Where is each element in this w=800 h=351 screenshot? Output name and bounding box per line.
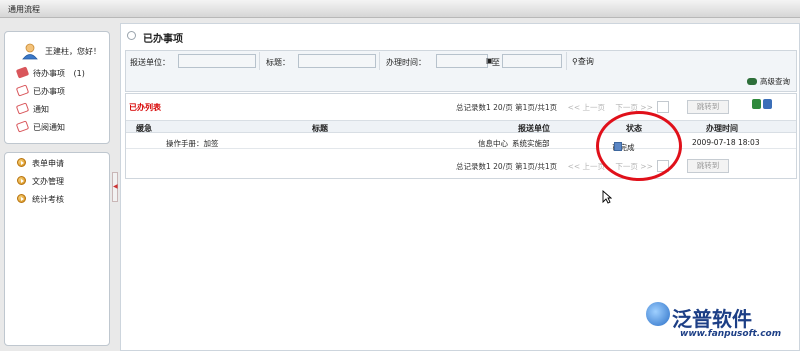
main-content: 已办事项 报送单位： 标题： 办理时间： ▣ 至 ⚲查询 高级查询 已办列表 总… xyxy=(120,23,800,351)
binoculars-icon xyxy=(747,78,757,85)
user-panel: 王建柱，您好！ 待办事项 (1) 已办事项 通知 已阅通知 xyxy=(4,31,110,144)
nav-item-pending[interactable]: 待办事项 (1) xyxy=(15,66,85,82)
filter-divider xyxy=(379,52,380,70)
row-time: 2009-07-18 18:03 xyxy=(692,138,760,147)
app-title: 通用流程 xyxy=(8,5,40,14)
filter-panel: 报送单位： 标题： 办理时间： ▣ 至 ⚲查询 高级查询 xyxy=(125,50,797,92)
play-icon xyxy=(17,176,26,185)
search-button[interactable]: ⚲查询 xyxy=(572,56,594,67)
row-unit-dept: 信息中心 xyxy=(478,139,508,148)
time-label: 办理时间： xyxy=(386,58,426,67)
pending-icon xyxy=(15,66,30,79)
nav-item-done[interactable]: 已办事项 xyxy=(15,84,65,100)
jump-button[interactable]: 跳转到 xyxy=(687,159,729,173)
row-unit-sub: 系统实施部 xyxy=(512,139,550,148)
time-end-input[interactable] xyxy=(502,54,562,68)
col-unit: 报送单位 xyxy=(518,124,550,133)
nav-item-notice[interactable]: 通知 xyxy=(15,102,49,118)
play-icon xyxy=(17,194,26,203)
col-title: 标题 xyxy=(312,124,328,133)
nav-item-read-notice[interactable]: 已阅通知 xyxy=(15,120,65,136)
pending-count: (1) xyxy=(73,69,85,78)
page-title: 已办事项 xyxy=(143,34,183,45)
mouse-cursor-icon xyxy=(602,190,612,204)
menu-panel: 表单申请 文办管理 统计考核 xyxy=(4,152,110,346)
done-list: 已办列表 总记录数1 20/页 第1页/共1页 << 上一页 下一页 >> 跳转… xyxy=(125,93,797,179)
watermark-logo-icon xyxy=(646,302,670,326)
pager-info: 总记录数1 20/页 第1页/共1页 xyxy=(456,103,558,112)
page-number-input[interactable] xyxy=(657,101,670,113)
read-notice-icon xyxy=(15,120,30,133)
play-icon xyxy=(17,158,26,167)
user-avatar-icon xyxy=(22,43,38,60)
print-icon[interactable] xyxy=(763,99,772,109)
menu-item-statistics[interactable]: 统计考核 xyxy=(17,194,64,208)
page-header: 已办事项 xyxy=(121,24,799,46)
prev-page-link[interactable]: << 上一页 xyxy=(568,162,605,171)
unit-input[interactable] xyxy=(178,54,256,68)
export-excel-icon[interactable] xyxy=(752,99,761,109)
title-bullet-icon xyxy=(127,31,136,40)
notice-icon xyxy=(15,102,30,115)
sidebar-collapse-handle[interactable]: ◀ xyxy=(112,172,118,202)
highlight-circle xyxy=(596,111,682,181)
unit-label: 报送单位： xyxy=(130,58,170,67)
jump-button[interactable]: 跳转到 xyxy=(687,100,729,114)
col-urgency: 缓急 xyxy=(136,124,152,133)
table-row[interactable]: 操作手册：加签 信息中心 系统实施部 已完成 2009-07-18 18:03 xyxy=(126,134,796,152)
title-input[interactable] xyxy=(298,54,376,68)
user-greeting: 王建柱，您好！ xyxy=(45,47,101,56)
menu-item-form-apply[interactable]: 表单申请 xyxy=(17,158,64,172)
watermark-brand: 泛普软件 xyxy=(672,307,752,331)
done-icon xyxy=(15,84,30,97)
menu-item-document[interactable]: 文办管理 xyxy=(17,176,64,190)
col-time: 办理时间 xyxy=(706,124,738,133)
watermark-url: www.fanpusoft.com xyxy=(680,329,782,339)
filter-divider xyxy=(566,52,567,70)
prev-page-link[interactable]: << 上一页 xyxy=(568,103,605,112)
title-label: 标题： xyxy=(266,58,290,67)
row-title[interactable]: 操作手册：加签 xyxy=(166,138,219,149)
window-titlebar: 通用流程 xyxy=(0,0,800,18)
filter-divider xyxy=(259,52,260,70)
collapse-arrow-icon: ◀ xyxy=(113,183,118,190)
advanced-search-button[interactable]: 高级查询 xyxy=(747,76,790,87)
list-title: 已办列表 xyxy=(129,103,161,112)
time-to-label: 至 xyxy=(492,58,500,67)
pager-info: 总记录数1 20/页 第1页/共1页 xyxy=(456,162,558,171)
time-start-input[interactable] xyxy=(436,54,488,68)
table-header: 缓急 标题 报送单位 状态 办理时间 xyxy=(126,120,796,133)
